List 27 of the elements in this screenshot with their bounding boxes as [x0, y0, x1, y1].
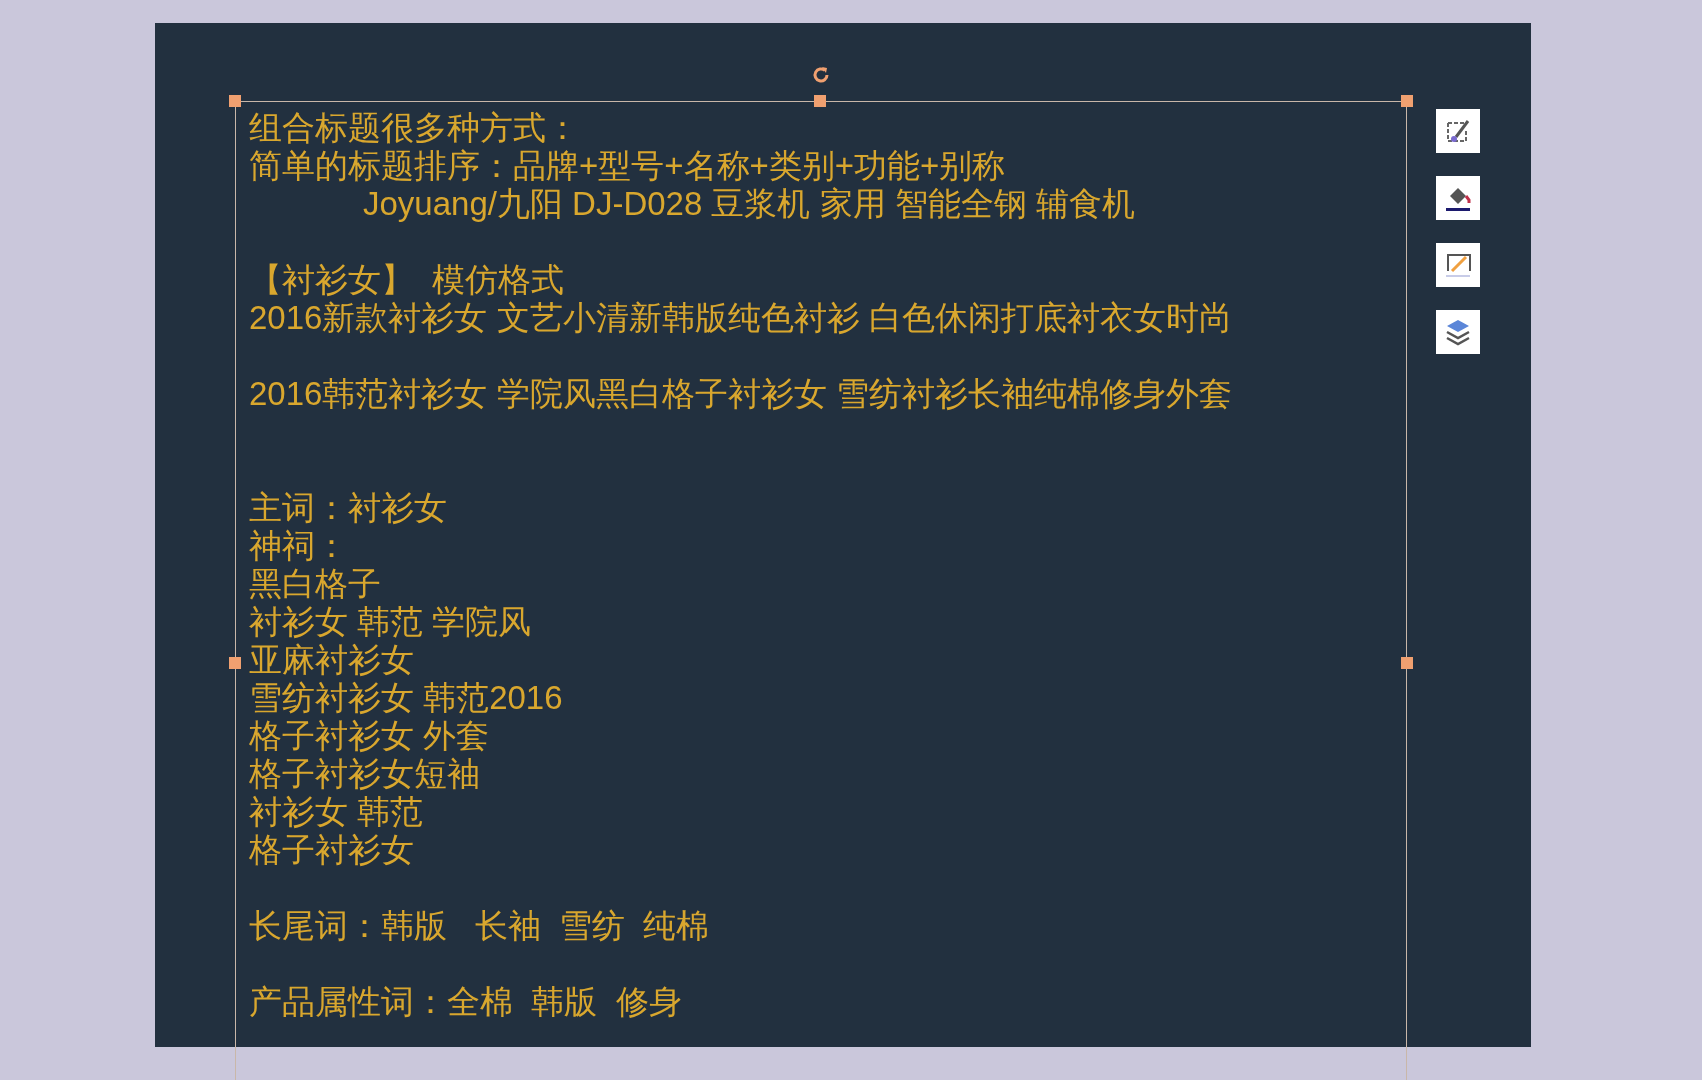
text-line: 格子衬衫女 外套	[249, 717, 490, 755]
resize-handle[interactable]	[814, 95, 826, 107]
resize-handle[interactable]	[1401, 95, 1413, 107]
text-line: 亚麻衬衫女	[249, 641, 414, 679]
outline-button[interactable]	[1436, 243, 1480, 287]
text-line: 简单的标题排序：品牌+型号+名称+类别+功能+别称	[249, 147, 1006, 185]
text-line: 雪纺衬衫女 韩范2016	[249, 679, 563, 717]
shape-style-button[interactable]	[1436, 109, 1480, 153]
fill-button[interactable]	[1436, 176, 1480, 220]
resize-handle[interactable]	[1401, 657, 1413, 669]
text-line: 主词：衬衫女	[249, 489, 447, 527]
layers-button[interactable]	[1436, 310, 1480, 354]
text-line: 黑白格子	[249, 565, 381, 603]
text-line: 格子衬衫女	[249, 831, 414, 869]
resize-handle[interactable]	[229, 657, 241, 669]
text-line: 2016韩范衬衫女 学院风黑白格子衬衫女 雪纺衬衫长袖纯棉修身外套	[249, 375, 1232, 413]
text-line: 长尾词：韩版 长袖 雪纺 纯棉	[249, 907, 710, 945]
resize-handle[interactable]	[229, 95, 241, 107]
text-line: 衬衫女 韩范 学院风	[249, 603, 532, 641]
text-line: 格子衬衫女短袖	[249, 755, 480, 793]
text-line: 2016新款衬衫女 文艺小清新韩版纯色衬衫 白色休闲打底衬衣女时尚	[249, 299, 1232, 337]
text-line: 神祠：	[249, 527, 348, 565]
text-line: Joyuang/九阳 DJ-D028 豆浆机 家用 智能全钢 辅食机	[363, 185, 1135, 223]
text-line: 产品属性词：全棉 韩版 修身	[249, 983, 682, 1021]
text-line: 衬衫女 韩范	[249, 793, 424, 831]
text-line: 【衬衫女】 模仿格式	[249, 261, 565, 299]
text-line: 组合标题很多种方式：	[249, 109, 579, 147]
